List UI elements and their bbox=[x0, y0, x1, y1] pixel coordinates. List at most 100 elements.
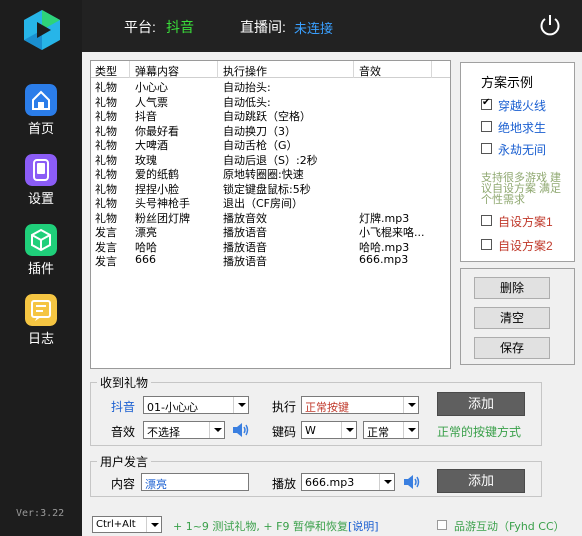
power-icon[interactable] bbox=[538, 13, 562, 37]
scheme-label-naraka[interactable]: 永劫无间 bbox=[498, 141, 546, 158]
chevron-down-icon bbox=[233, 397, 248, 413]
chevron-down-icon bbox=[403, 422, 418, 438]
table-row[interactable]: 发言 666 播放语音 666.mp3 bbox=[91, 253, 450, 268]
exec-select[interactable]: 正常按键 bbox=[301, 396, 419, 414]
content-label: 内容 bbox=[111, 477, 136, 491]
clear-button[interactable]: 清空 bbox=[474, 307, 550, 329]
play-select[interactable]: 666.mp3 bbox=[301, 473, 395, 491]
exec-select-value: 正常按键 bbox=[305, 401, 349, 414]
scheme-panel: 方案示例 穿越火线 绝地求生 永劫无间 支持很多游戏 建议自设方案 满足个性需求… bbox=[460, 62, 575, 262]
table-row[interactable]: 礼物 头号神枪手 退出（CF房间） bbox=[91, 195, 450, 210]
table-cell: 666.mp3 bbox=[359, 253, 409, 266]
custom-scheme-1-label[interactable]: 自设方案1 bbox=[498, 213, 553, 230]
top-bar: 平台: 抖音 直播间: 未连接 bbox=[82, 0, 582, 52]
scheme-label-cf[interactable]: 穿越火线 bbox=[498, 97, 546, 114]
table-row[interactable]: 礼物 抖音 自动跳跃（空格） bbox=[91, 108, 450, 123]
platform-label: 平台: bbox=[124, 19, 156, 35]
sidebar-item-plugins[interactable]: 插件 bbox=[0, 224, 82, 277]
custom-scheme-2-label[interactable]: 自设方案2 bbox=[498, 237, 553, 254]
exec-label: 执行 bbox=[272, 400, 297, 414]
custom-scheme-2-checkbox[interactable] bbox=[481, 239, 492, 250]
table-row[interactable]: 发言 漂亮 播放语音 小飞棍来咯... bbox=[91, 224, 450, 239]
play-label: 播放 bbox=[272, 477, 297, 491]
chevron-down-icon bbox=[341, 422, 356, 438]
table-row[interactable]: 礼物 爱的纸鹤 原地转圈圈:快速 bbox=[91, 166, 450, 181]
chevron-down-icon bbox=[209, 422, 224, 438]
content-input[interactable]: 漂亮 bbox=[141, 473, 249, 491]
table-row[interactable]: 礼物 捏捏小脸 锁定键盘鼠标:5秒 bbox=[91, 181, 450, 196]
table-row[interactable]: 发言 哈哈 播放语音 哈哈.mp3 bbox=[91, 239, 450, 254]
table-row[interactable]: 礼物 玫瑰 自动后退（S）:2秒 bbox=[91, 152, 450, 167]
platform-value: 抖音 bbox=[166, 19, 194, 35]
key-mode-select-value: 正常 bbox=[367, 426, 389, 439]
add-speech-button[interactable]: 添加 bbox=[437, 469, 525, 493]
scheme-checkbox-cf[interactable] bbox=[481, 97, 492, 110]
sidebar-item-log[interactable]: 日志 bbox=[0, 294, 82, 347]
scheme-note: 支持很多游戏 建议自设方案 满足个性需求 bbox=[481, 172, 562, 206]
delete-button[interactable]: 删除 bbox=[474, 277, 550, 299]
column-header-sound[interactable]: 音效 bbox=[359, 63, 381, 79]
sound-select[interactable]: 不选择 bbox=[143, 421, 225, 439]
speech-group: 用户发言 内容 漂亮 播放 666.mp3 添加 bbox=[90, 453, 542, 497]
gift-platform-label: 抖音 bbox=[111, 400, 136, 414]
plugin-icon bbox=[25, 224, 57, 256]
app-logo-icon bbox=[24, 10, 60, 50]
brand-label: 品游互动（Fyhd CC） bbox=[454, 520, 565, 533]
hotkey-select[interactable]: Ctrl+Alt bbox=[92, 516, 162, 533]
gift-select[interactable]: 01-小心心 bbox=[143, 396, 249, 414]
hotkey-select-value: Ctrl+Alt bbox=[96, 519, 136, 530]
table-row[interactable]: 礼物 大啤酒 自动舌枪（G） bbox=[91, 137, 450, 152]
action-panel: 删除 清空 保存 bbox=[460, 268, 575, 365]
speaker-icon[interactable] bbox=[402, 473, 422, 491]
column-header-type[interactable]: 类型 bbox=[95, 63, 117, 79]
scheme-title: 方案示例 bbox=[481, 75, 534, 90]
hotkey-hint: + 1~9 测试礼物, + F9 暂停和恢复[说明] bbox=[173, 518, 379, 534]
sound-label: 音效 bbox=[111, 425, 136, 439]
main-panel: 类型 弹幕内容 执行操作 音效 礼物 小心心 自动抬头: 礼物 人气票 自动低头: 礼物 抖音… bbox=[82, 52, 582, 536]
sidebar: 首页 设置 插件 日志 Ver:3.22 bbox=[0, 0, 82, 536]
sidebar-item-settings[interactable]: 设置 bbox=[0, 154, 82, 207]
chevron-down-icon bbox=[146, 517, 161, 532]
hotkey-hint-text: + 1~9 测试礼物, + F9 暂停和恢复 bbox=[173, 520, 348, 533]
chevron-down-icon bbox=[379, 474, 394, 490]
help-link[interactable]: [说明] bbox=[348, 520, 379, 533]
save-button[interactable]: 保存 bbox=[474, 337, 550, 359]
gift-select-value: 01-小心心 bbox=[147, 401, 198, 414]
table-row[interactable]: 礼物 粉丝团灯牌 播放音效 灯牌.mp3 bbox=[91, 210, 450, 225]
add-gift-button[interactable]: 添加 bbox=[437, 392, 525, 416]
table-cell: 播放语音 bbox=[223, 255, 267, 268]
sound-select-value: 不选择 bbox=[147, 426, 180, 439]
rule-list[interactable]: 类型 弹幕内容 执行操作 音效 礼物 小心心 自动抬头: 礼物 人气票 自动低头: 礼物 抖音… bbox=[90, 60, 451, 369]
scheme-checkbox-naraka[interactable] bbox=[481, 143, 492, 154]
table-row[interactable]: 礼物 你最好看 自动换刀（3） bbox=[91, 123, 450, 138]
column-header-content[interactable]: 弹幕内容 bbox=[135, 63, 179, 79]
sidebar-item-label: 插件 bbox=[27, 261, 54, 276]
custom-scheme-1-checkbox[interactable] bbox=[481, 215, 492, 226]
key-mode-select[interactable]: 正常 bbox=[363, 421, 419, 439]
play-select-value: 666.mp3 bbox=[305, 476, 355, 489]
speaker-icon[interactable] bbox=[231, 421, 251, 439]
table-cell: 666 bbox=[135, 253, 156, 266]
table-row[interactable]: 礼物 小心心 自动抬头: bbox=[91, 79, 450, 94]
settings-icon bbox=[25, 154, 57, 186]
log-icon bbox=[25, 294, 57, 326]
sidebar-item-label: 首页 bbox=[27, 121, 54, 136]
home-icon bbox=[25, 84, 57, 116]
keycode-select[interactable]: W bbox=[301, 421, 357, 439]
gift-group-title: 收到礼物 bbox=[97, 374, 152, 391]
table-cell: 发言 bbox=[95, 255, 117, 268]
table-row[interactable]: 礼物 人气票 自动低头: bbox=[91, 94, 450, 109]
speech-group-title: 用户发言 bbox=[97, 453, 152, 470]
content-input-value: 漂亮 bbox=[145, 478, 167, 491]
live-room-label: 直播间: bbox=[240, 19, 286, 35]
scheme-label-pubg[interactable]: 绝地求生 bbox=[498, 119, 546, 136]
brand-checkbox[interactable] bbox=[437, 520, 447, 530]
column-header-action[interactable]: 执行操作 bbox=[223, 63, 267, 79]
status-bar: Ctrl+Alt + 1~9 测试礼物, + F9 暂停和恢复[说明] 品游互动… bbox=[82, 514, 582, 536]
keycode-select-value: W bbox=[305, 424, 316, 437]
sidebar-item-label: 日志 bbox=[27, 331, 54, 346]
scheme-checkbox-pubg[interactable] bbox=[481, 121, 492, 132]
version-label: Ver:3.22 bbox=[16, 508, 65, 519]
live-room-status: 未连接 bbox=[294, 21, 334, 36]
sidebar-item-home[interactable]: 首页 bbox=[0, 84, 82, 137]
